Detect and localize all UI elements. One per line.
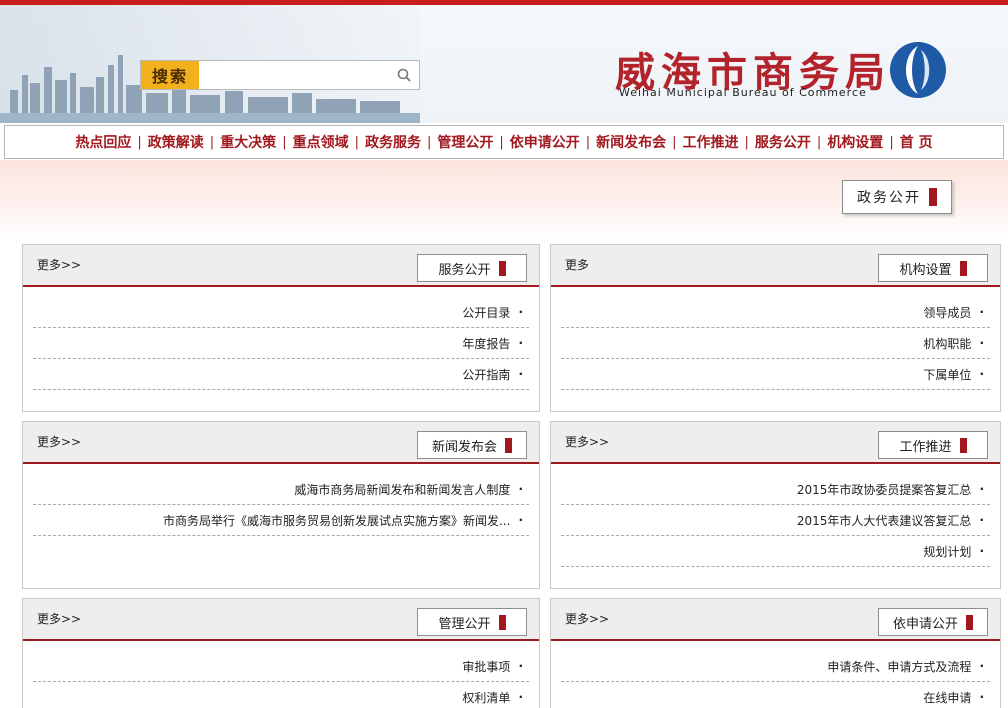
list-item[interactable]: 市商务局举行《威海市服务贸易创新发展试点实施方案》新闻发... · [33,505,529,536]
list-item[interactable]: 规划计划 · [561,536,990,567]
panel-header: 更多>> 服务公开 [23,245,539,287]
site-subtitle: Weihai Municipal Bureau of Commerce [619,86,867,99]
list-item[interactable]: 领导成员 · [561,297,990,328]
panel-tab[interactable]: 新闻发布会 [417,431,527,459]
nav-item-home[interactable]: 首 页 [894,132,939,152]
panel-press-conference: 更多>> 新闻发布会 威海市商务局新闻发布和新闻发言人制度 · 市商务局举行《威海… [22,421,540,589]
nav-item-hotspot-response[interactable]: 热点回应 [69,132,137,152]
list-item[interactable]: 申请条件、申请方式及流程 · [561,651,990,682]
nav-item-organization[interactable]: 机构设置 [821,132,889,152]
tab-marker [959,437,967,453]
list-item[interactable]: 下属单位 · [561,359,990,390]
tab-marker [966,614,973,630]
section-title: 政务公开 [857,190,921,206]
emblem-logo-icon [890,42,946,98]
search-input[interactable] [199,61,389,89]
search-box: 搜索 [140,60,420,90]
panel-header: 更多>> 管理公开 [23,599,539,641]
list-item[interactable]: 在线申请 · [561,682,990,708]
nav-item-service-disclosure[interactable]: 服务公开 [749,132,817,152]
more-link[interactable]: 更多 [565,256,589,273]
panel-service-disclosure: 更多>> 服务公开 公开目录 · 年度报告 · 公开指南 · [22,244,540,412]
search-icon[interactable] [389,61,419,89]
tab-marker [929,188,937,206]
panel-disclosure-on-request: 更多>> 依申请公开 申请条件、申请方式及流程 · 在线申请 · [550,598,1001,708]
panel-header: 更多>> 工作推进 [551,422,1000,464]
list-item[interactable]: 审批事项 · [33,651,529,682]
site-brand: 威海市商务局 Weihai Municipal Bureau of Commer… [615,40,995,110]
search-button[interactable]: 搜索 [141,61,199,89]
more-link[interactable]: 更多>> [565,433,609,450]
more-link[interactable]: 更多>> [37,610,81,627]
panel-tab[interactable]: 服务公开 [417,254,527,282]
list-item[interactable]: 2015年市人大代表建议答复汇总 · [561,505,990,536]
panel-tab[interactable]: 管理公开 [417,608,527,636]
more-link[interactable]: 更多>> [37,433,81,450]
panel-title: 机构设置 [899,262,952,278]
main-nav: 热点回应 | 政策解读 | 重大决策 | 重点领域 | 政务服务 | 管理公开 … [4,125,1004,159]
nav-item-key-areas[interactable]: 重点领域 [287,132,355,152]
panel-organization: 更多 机构设置 领导成员 · 机构职能 · 下属单位 · [550,244,1001,412]
panel-title: 工作推进 [899,439,952,455]
list-item[interactable]: 威海市商务局新闻发布和新闻发言人制度 · [33,474,529,505]
list-item[interactable]: 机构职能 · [561,328,990,359]
nav-item-press-conference[interactable]: 新闻发布会 [590,132,672,152]
tab-marker [959,260,967,276]
more-link[interactable]: 更多>> [565,610,609,627]
nav-item-disclosure-on-request[interactable]: 依申请公开 [504,132,586,152]
more-link[interactable]: 更多>> [37,256,81,273]
panel-title: 服务公开 [438,262,491,278]
list-item[interactable]: 年度报告 · [33,328,529,359]
list-item[interactable]: 权利清单 · [33,682,529,708]
nav-item-major-decisions[interactable]: 重大决策 [214,132,282,152]
tab-marker [498,614,506,630]
tab-marker [498,260,506,276]
panel-tab[interactable]: 工作推进 [878,431,988,459]
panel-header: 更多>> 依申请公开 [551,599,1000,641]
panel-work-progress: 更多>> 工作推进 2015年市政协委员提案答复汇总 · 2015年市人大代表建议… [550,421,1001,589]
list-item[interactable]: 2015年市政协委员提案答复汇总 · [561,474,990,505]
panel-management-disclosure: 更多>> 管理公开 审批事项 · 权利清单 · [22,598,540,708]
site-header: 搜索 威海市商务局 Weihai Municipal Bureau of Com… [0,5,1008,123]
panel-header: 更多>> 新闻发布会 [23,422,539,464]
panel-tab[interactable]: 依申请公开 [878,608,988,636]
panel-title: 依申请公开 [892,616,958,632]
nav-item-government-services[interactable]: 政务服务 [359,132,427,152]
nav-item-policy-interpretation[interactable]: 政策解读 [142,132,210,152]
panel-header: 更多 机构设置 [551,245,1000,287]
panel-title: 管理公开 [438,616,491,632]
panel-title: 新闻发布会 [431,439,497,455]
list-item[interactable]: 公开目录 · [33,297,529,328]
list-item[interactable]: 公开指南 · [33,359,529,390]
panel-tab[interactable]: 机构设置 [878,254,988,282]
section-banner: 政务公开 [0,160,1008,242]
tab-marker [505,437,512,453]
section-title-tab: 政务公开 [842,180,952,214]
nav-item-work-progress[interactable]: 工作推进 [677,132,745,152]
nav-item-management-disclosure[interactable]: 管理公开 [431,132,499,152]
